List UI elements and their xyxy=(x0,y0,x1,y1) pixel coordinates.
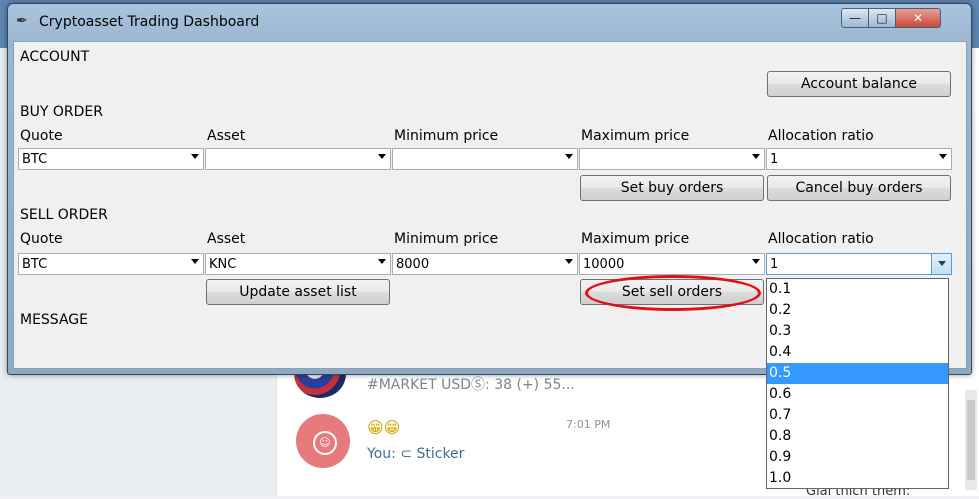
buy-allocation-ratio-label: Allocation ratio xyxy=(768,128,874,144)
buy-quote-label: Quote xyxy=(20,128,63,144)
sell-asset-select[interactable]: KNC xyxy=(205,253,391,275)
sell-allocation-ratio-select[interactable]: 1 xyxy=(766,253,952,275)
maximize-button[interactable]: □ xyxy=(868,8,896,28)
account-heading: ACCOUNT xyxy=(20,49,90,65)
allocation-ratio-dropdown-list[interactable]: 0.1 0.2 0.3 0.4 0.5 0.6 0.7 0.8 0.9 1.0 xyxy=(766,278,949,489)
background-scrollbar[interactable] xyxy=(965,390,977,490)
buy-asset-select[interactable] xyxy=(205,148,391,170)
buy-max-price-label: Maximum price xyxy=(581,128,690,144)
set-buy-orders-button[interactable]: Set buy orders xyxy=(580,175,764,201)
sell-max-price-label: Maximum price xyxy=(581,231,690,247)
chat-avatar-sticker[interactable]: ☺ xyxy=(296,414,350,468)
chevron-down-icon xyxy=(565,259,573,264)
chevron-down-icon xyxy=(939,154,947,159)
minimize-button[interactable]: — xyxy=(841,8,869,28)
dropdown-toggle[interactable] xyxy=(931,254,951,274)
buy-order-heading: BUY ORDER xyxy=(20,104,103,120)
sell-quote-value: BTC xyxy=(22,257,48,272)
chevron-down-icon xyxy=(752,154,760,159)
chevron-down-icon xyxy=(191,259,199,264)
dropdown-option-selected[interactable]: 0.5 xyxy=(767,363,948,384)
buy-allocation-ratio-value: 1 xyxy=(770,152,779,167)
update-asset-list-button[interactable]: Update asset list xyxy=(206,279,390,305)
sell-min-price-select[interactable]: 8000 xyxy=(392,253,578,275)
dropdown-option[interactable]: 0.6 xyxy=(767,384,948,405)
sell-allocation-ratio-label: Allocation ratio xyxy=(768,231,874,247)
buy-max-price-select[interactable] xyxy=(579,148,765,170)
sell-max-price-value: 10000 xyxy=(583,257,625,272)
chevron-down-icon xyxy=(378,259,386,264)
sell-max-price-select[interactable]: 10000 xyxy=(579,253,765,275)
dropdown-option[interactable]: 1.0 xyxy=(767,468,948,489)
feather-icon: ✒ xyxy=(16,13,28,29)
account-balance-button[interactable]: Account balance xyxy=(767,71,951,97)
chevron-down-icon xyxy=(191,154,199,159)
chat-time: 7:01 PM xyxy=(566,418,611,431)
sell-min-price-value: 8000 xyxy=(396,257,430,272)
close-button[interactable]: ✕ xyxy=(895,8,941,28)
dropdown-option[interactable]: 0.8 xyxy=(767,426,948,447)
sell-asset-value: KNC xyxy=(209,257,237,272)
sell-quote-label: Quote xyxy=(20,231,63,247)
buy-allocation-ratio-select[interactable]: 1 xyxy=(766,148,952,170)
sell-asset-label: Asset xyxy=(207,231,246,247)
window-title: Cryptoasset Trading Dashboard xyxy=(39,14,260,30)
dropdown-option[interactable]: 0.1 xyxy=(767,279,948,300)
scrollbar-thumb[interactable] xyxy=(967,400,975,480)
dropdown-option[interactable]: 0.2 xyxy=(767,300,948,321)
dropdown-option[interactable]: 0.9 xyxy=(767,447,948,468)
cancel-buy-orders-button[interactable]: Cancel buy orders xyxy=(767,175,951,201)
buy-min-price-select[interactable] xyxy=(392,148,578,170)
dropdown-option[interactable]: 0.7 xyxy=(767,405,948,426)
chat-emoji: 😁😁 xyxy=(367,418,401,437)
title-bar[interactable]: ✒ Cryptoasset Trading Dashboard — □ ✕ xyxy=(8,4,971,38)
buy-min-price-label: Minimum price xyxy=(394,128,499,144)
sell-order-heading: SELL ORDER xyxy=(20,207,108,223)
buy-quote-select[interactable]: BTC xyxy=(18,148,204,170)
buy-quote-value: BTC xyxy=(22,152,48,167)
chat-last-message: You: ⊂ Sticker xyxy=(367,446,465,462)
message-heading: MESSAGE xyxy=(20,312,88,328)
chat-preview-text: #MARKET USDⓈ: 38 (+) 55... xyxy=(367,377,575,393)
chevron-down-icon xyxy=(565,154,573,159)
chevron-down-icon xyxy=(378,154,386,159)
chevron-down-icon xyxy=(938,261,946,266)
smile-icon: ☺ xyxy=(313,431,337,455)
sell-allocation-ratio-value: 1 xyxy=(770,257,779,272)
set-sell-orders-button[interactable]: Set sell orders xyxy=(580,279,764,305)
dropdown-option[interactable]: 0.3 xyxy=(767,321,948,342)
sell-quote-select[interactable]: BTC xyxy=(18,253,204,275)
dropdown-option[interactable]: 0.4 xyxy=(767,342,948,363)
buy-asset-label: Asset xyxy=(207,128,246,144)
sell-min-price-label: Minimum price xyxy=(394,231,499,247)
chevron-down-icon xyxy=(752,259,760,264)
